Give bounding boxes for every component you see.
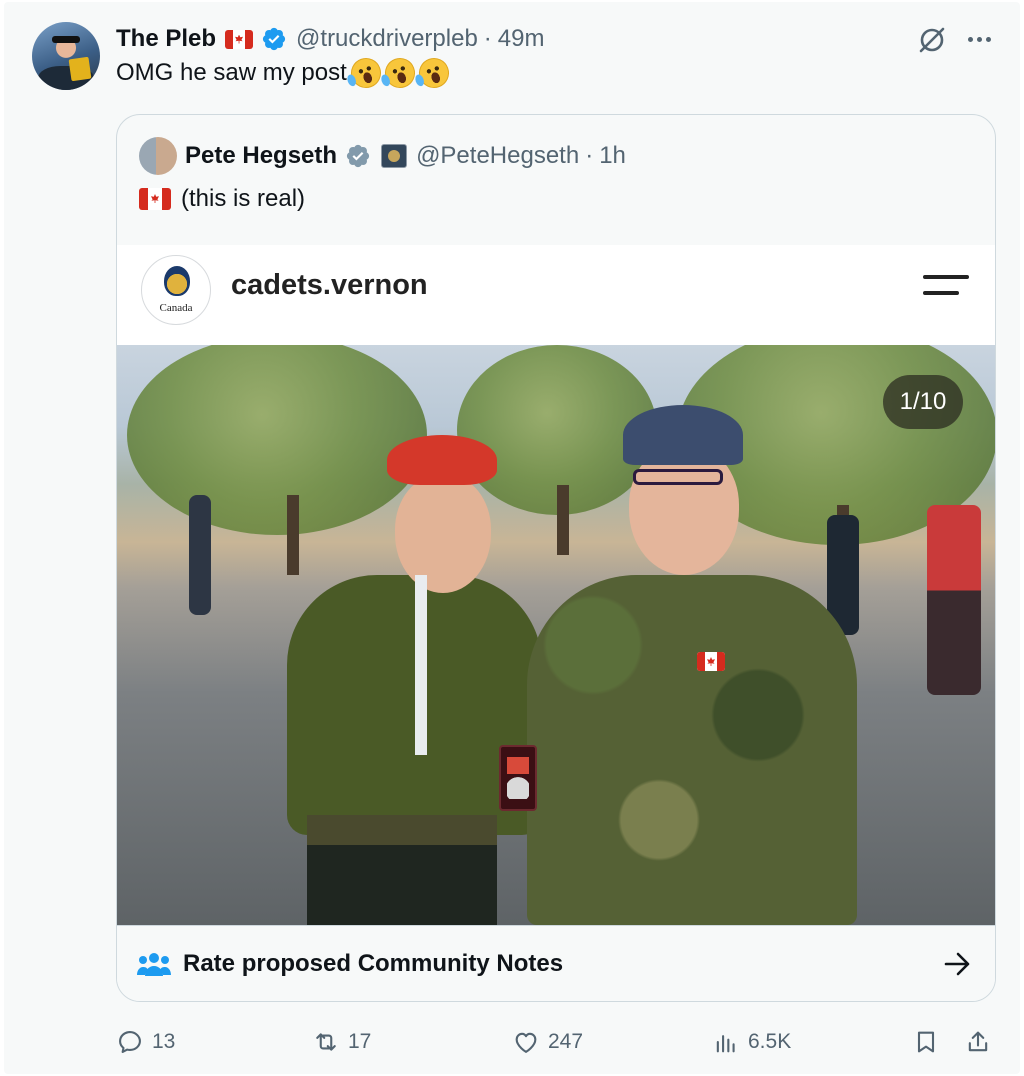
cadet-belt (307, 815, 497, 849)
reply-icon (119, 1031, 141, 1053)
background-person (927, 505, 981, 695)
community-notes-bar[interactable]: Rate proposed Community Notes (117, 925, 995, 1001)
quoted-tweet-header: Pete Hegseth @PeteHegseth · 1h (185, 137, 626, 175)
community-notes-label: Rate proposed Community Notes (183, 950, 564, 977)
more-icon[interactable] (962, 24, 996, 54)
arrow-right-icon[interactable] (943, 950, 973, 978)
views-button[interactable]: 6.5K (712, 1022, 791, 1062)
logo-wordmark: Canada (159, 302, 193, 314)
tweet-header: The Pleb @truckdriverpleb · 49m (116, 22, 544, 56)
author-name[interactable]: The Pleb (116, 25, 216, 53)
rofl-emoji-icon (380, 53, 419, 93)
cadets-logo: Canada (141, 255, 211, 325)
officer-torso (527, 575, 857, 925)
tweet-text: OMG he saw my post (116, 53, 453, 93)
tweet-text-content: OMG he saw my post (116, 59, 347, 86)
canada-flag-icon (139, 188, 171, 210)
glasses (633, 469, 723, 485)
repost-count: 17 (348, 1030, 372, 1053)
cadet-pants (307, 845, 497, 925)
community-notes-icon (137, 950, 171, 978)
views-icon (716, 1035, 735, 1053)
quoted-author-handle[interactable]: @PeteHegseth (416, 142, 579, 170)
officer-person (517, 405, 867, 925)
views-count: 6.5K (748, 1030, 792, 1053)
share-button[interactable] (964, 1022, 1000, 1062)
crest-icon (164, 266, 190, 296)
quoted-author-avatar[interactable] (139, 137, 177, 175)
instagram-header: Canada cadets.vernon (117, 245, 995, 345)
repost-button[interactable]: 17 (312, 1022, 371, 1062)
repost-icon (316, 1033, 336, 1051)
background-person (189, 495, 211, 615)
cadet-person (277, 435, 547, 925)
quoted-tweet[interactable]: Pete Hegseth @PeteHegseth · 1h (this is … (116, 114, 996, 1002)
action-bar: 13 17 247 6.5K (116, 1022, 996, 1062)
author-avatar[interactable] (32, 22, 100, 90)
grok-icon[interactable] (916, 24, 948, 56)
separator-dot: · (585, 142, 594, 169)
instagram-account-name: cadets.vernon (231, 269, 428, 301)
like-icon (515, 1032, 537, 1053)
rofl-emoji-icon (346, 53, 385, 93)
quoted-media[interactable]: Canada cadets.vernon 1/10 (117, 245, 995, 925)
media-photo[interactable]: 1/10 (117, 345, 995, 925)
rofl-emoji-icon (414, 53, 453, 93)
quoted-author-name[interactable]: Pete Hegseth (185, 142, 337, 170)
author-handle[interactable]: @truckdriverpleb (296, 25, 478, 53)
medal (507, 757, 529, 799)
bookmark-icon (917, 1031, 935, 1053)
tweet-time[interactable]: 49m (498, 25, 545, 53)
separator-dot: · (483, 25, 492, 52)
hamburger-menu-icon (923, 275, 969, 299)
lanyard (415, 575, 427, 755)
reply-count: 13 (152, 1030, 176, 1053)
cadet-face (395, 475, 491, 593)
quoted-tweet-text: (this is real) (139, 185, 305, 213)
like-count: 247 (548, 1030, 584, 1053)
navy-cap (623, 405, 743, 465)
media-counter: 1/10 (883, 375, 963, 429)
quoted-tweet-time[interactable]: 1h (599, 142, 626, 170)
canada-flag-icon (225, 29, 254, 49)
shoulder-flag-icon (697, 652, 725, 671)
share-icon (968, 1031, 988, 1052)
avatar-cup (68, 56, 92, 82)
quoted-tweet-text-content: (this is real) (181, 185, 306, 212)
verified-badge-icon[interactable] (261, 26, 287, 52)
verified-badge-icon[interactable] (345, 143, 371, 169)
like-button[interactable]: 247 (512, 1022, 583, 1062)
affiliate-badge-icon[interactable] (381, 144, 408, 168)
reply-button[interactable]: 13 (116, 1022, 175, 1062)
red-beret (387, 435, 497, 485)
bookmark-button[interactable] (912, 1022, 948, 1062)
avatar-glasses (52, 36, 80, 43)
